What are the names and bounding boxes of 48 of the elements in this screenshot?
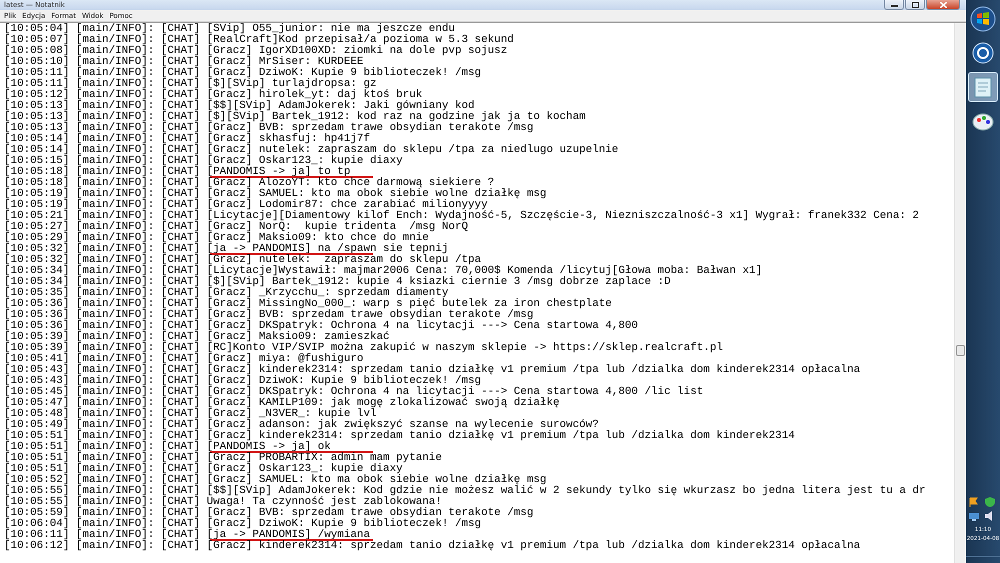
log-line: [10:05:34] [main/INFO]: [CHAT] [Licytacje]Wystawił: majmar2006 Cena: 70,000$ Komenda /licytuj[Głowa moba: Bałwan x1]	[4, 265, 762, 277]
log-line: [10:05:59] [main/INFO]: [CHAT] [Gracz] BVB: sprzedam trawe obsydian terakote /msg	[4, 507, 534, 519]
log-line: [10:05:52] [main/INFO]: [CHAT] [Gracz] SAMUEL: kto ma obok siebie wolne działkę msg	[4, 474, 546, 486]
log-line: [10:05:36] [main/INFO]: [CHAT] [Gracz] DKSpatryk: Ochrona 4 na licytacji ---> Cena startowa 4,800	[4, 320, 638, 332]
log-line: [10:05:08] [main/INFO]: [CHAT] [Gracz] IgorXD100XD: ziomki na dole pvp sojusz	[4, 45, 508, 57]
log-line: [10:05:21] [main/INFO]: [CHAT] [Licytacje][Diamentowy kilof Ench: Wydajność-5, Szczęście-3, Niezniszczalność-3 x1] Wygrał: franek332 Cena: 2	[4, 210, 919, 222]
log-line: [10:05:45] [main/INFO]: [CHAT] [Gracz] DKSpatryk: Ochrona 4 na licytacji ---> Cena startowa 4,800 /lic list	[4, 386, 704, 398]
log-line: [10:05:14] [main/INFO]: [CHAT] [Gracz] nutelek: zapraszam do sklepu /tpa za niedlugo uzupelnie	[4, 144, 618, 156]
log-line: [10:05:19] [main/INFO]: [CHAT] [Gracz] SAMUEL: kto ma obok siebie wolne działkę msg	[4, 188, 546, 200]
log-line: [10:05:11] [main/INFO]: [CHAT] [Gracz] DziwoK: Kupie 9 biblioteczek! /msg	[4, 67, 482, 79]
log-line: [10:06:12] [main/INFO]: [CHAT] [Gracz] kinderek2314: sprzedam tanio działkę v1 premium /tpa lub /dzialka dom kinderek2314 opłacalna	[4, 540, 860, 552]
log-line: [10:05:49] [main/INFO]: [CHAT] [Gracz] adanson: jak zwiększyć szanse na wylecenie surowców?	[4, 419, 599, 431]
log-line: [10:05:43] [main/INFO]: [CHAT] [Gracz] DziwoK: Kupie 9 biblioteczek! /msg	[4, 375, 482, 387]
log-line: [10:05:04] [main/INFO]: [CHAT] [SVip] O55_junior: nie ma jeszcze endu	[4, 23, 455, 35]
log-line: [10:05:10] [main/INFO]: [CHAT] [Gracz] MrSiser: KURDEEE	[4, 56, 364, 68]
log-line: [10:05:18] [main/INFO]: [CHAT] [PANDOMIS -> ja] to tp	[4, 166, 350, 178]
log-line: [10:05:34] [main/INFO]: [CHAT] [$][SVip] Bartek_1912: kupie 4 ksiazki ciernie 3 /msg dobrze zaplace :D	[4, 276, 671, 288]
log-line: [10:05:48] [main/INFO]: [CHAT] [Gracz] _N3VER_: kupie lvl	[4, 408, 377, 420]
log-line: [10:05:35] [main/INFO]: [CHAT] [Gracz] _Krzycchu_: sprzedam diamenty	[4, 287, 448, 299]
log-line: [10:05:07] [main/INFO]: [CHAT] [RealCraft]Kod przepisał/a pozioma w 5.3 sekund	[4, 34, 514, 46]
log-line: [10:05:51] [main/INFO]: [CHAT] [Gracz] kinderek2314: sprzedam tanio działkę v1 premium /tpa lub /dzialka dom kinderek2314	[4, 430, 795, 442]
log-line: [10:05:32] [main/INFO]: [CHAT] [Gracz] nutelek: zapraszam do sklepu /tpa	[4, 254, 482, 266]
log-line: [10:05:51] [main/INFO]: [CHAT] [Gracz] Oskar123_: kupie diaxy	[4, 463, 403, 475]
log-line: [10:05:36] [main/INFO]: [CHAT] [Gracz] BVB: sprzedam trawe obsydian terakote /msg	[4, 309, 534, 321]
log-line: [10:05:55] [main/INFO]: [CHAT] Uwaga! Ta czynność jest zablokowana!	[4, 496, 442, 508]
log-line: [10:05:19] [main/INFO]: [CHAT] [Gracz] Lodomir87: chce zarabiać milionyyyy	[4, 199, 488, 211]
log-line: [10:05:51] [main/INFO]: [CHAT] [Gracz] PROBARTIX: admin mam pytanie	[4, 452, 442, 464]
log-line: [10:05:18] [main/INFO]: [CHAT] [Gracz] AlozoYT: kto chce darmową siekiere ?	[4, 177, 494, 189]
log-line: [10:05:29] [main/INFO]: [CHAT] [Gracz] Maksio09: kto chce do mnie	[4, 232, 429, 244]
log-line: [10:05:15] [main/INFO]: [CHAT] [Gracz] Oskar123_: kupie diaxy	[4, 155, 403, 167]
log-line: [10:06:04] [main/INFO]: [CHAT] [Gracz] DziwoK: Kupie 9 biblioteczek! /msg	[4, 518, 482, 530]
log-line: [10:05:11] [main/INFO]: [CHAT] [$][SVip] turlajdropsa: gz	[4, 78, 377, 90]
log-line: [10:05:14] [main/INFO]: [CHAT] [Gracz] skhasfuj: hp41j7f	[4, 133, 370, 145]
log-line: [10:05:13] [main/INFO]: [CHAT] [$][SVip] Bartek_1912: kod raz na godzine jak ja to kocham	[4, 111, 586, 123]
log-line: [10:06:11] [main/INFO]: [CHAT] [ja -> PANDOMIS] /wymiana	[4, 529, 370, 541]
log-line: [10:05:55] [main/INFO]: [CHAT] [$$][SVip] AdamJokerek: Kod gdzie nie możesz walić w 2 sekundy tylko się wkurzasz bo jedna litera jest tu a dr	[4, 485, 926, 497]
log-line: [10:05:32] [main/INFO]: [CHAT] [ja -> PANDOMIS] na /spawn sie tepnij	[4, 243, 448, 255]
log-line: [10:05:12] [main/INFO]: [CHAT] [Gracz] hirolek_yt: daj ktoś bruk	[4, 89, 422, 101]
log-line: [10:05:13] [main/INFO]: [CHAT] [$$][SVip] AdamJokerek: Jaki gówniany kod	[4, 100, 475, 112]
log-line: [10:05:51] [main/INFO]: [CHAT] [PANDOMIS -> ja] ok	[4, 441, 331, 453]
log-line: [10:05:39] [main/INFO]: [CHAT] [RC]Konto VIP/SVIP można zakupić w naszym sklepie -> https://sklep.realcraft.pl	[4, 342, 723, 354]
log-line: [10:05:13] [main/INFO]: [CHAT] [Gracz] BVB: sprzedam trawe obsydian terakote /msg	[4, 122, 534, 134]
log-line: [10:05:36] [main/INFO]: [CHAT] [Gracz] MissingNo_000_: warp s pięć butelek za iron chestplate	[4, 298, 612, 310]
log-line: [10:05:43] [main/INFO]: [CHAT] [Gracz] kinderek2314: sprzedam tanio działkę v1 premium /tpa lub /dzialka dom kinderek2314 opłacalna	[4, 364, 860, 376]
log-line: [10:05:47] [main/INFO]: [CHAT] [Gracz] KAMILP109: jak mogę zlokalizować swoją działkę	[4, 397, 560, 409]
log-line: [10:05:41] [main/INFO]: [CHAT] [Gracz] miya: @fushiguro	[4, 353, 364, 365]
log-line: [10:05:39] [main/INFO]: [CHAT] [Gracz] Maksio09: zamieszkać	[4, 331, 390, 343]
log-line: [10:05:27] [main/INFO]: [CHAT] [Gracz] NorQ: kupie tridenta /msg NorQ	[4, 221, 468, 233]
